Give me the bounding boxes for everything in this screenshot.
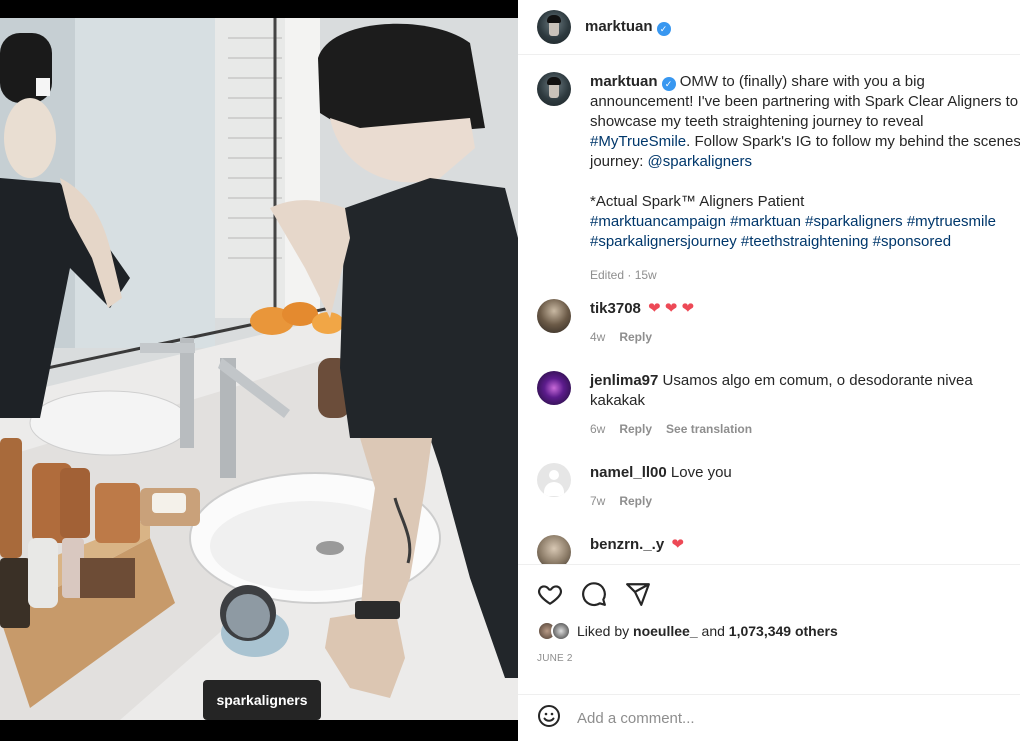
emoji-smile-icon[interactable] [537,704,561,733]
commenter-avatar[interactable] [537,299,571,333]
comment-item: tik3708 ❤ ❤ ❤ 4w Reply [518,299,694,347]
commenter-username[interactable]: tik3708 [590,300,641,317]
caption-text-line2: announcement! I've been partnering with … [590,93,1019,110]
comment-time: 7w [590,494,606,508]
comment-text-cont: kakakak [590,392,646,409]
commenter-username[interactable]: jenlima97 [590,372,658,389]
photo-illustration [0,18,518,720]
post-date[interactable]: JUNE 2 [518,641,1020,664]
commenter-username[interactable]: namel_ll00 [590,464,667,481]
likes-and: and [697,623,729,639]
add-comment-input[interactable] [577,709,977,727]
caption-text-line3: showcase my teeth straightening journey … [590,113,924,130]
heart-outline-icon[interactable] [537,581,563,607]
comment-item: benzrn._.y ❤ [518,535,684,564]
post-media[interactable]: sparkaligners [0,0,518,741]
commenter-avatar[interactable] [537,463,571,497]
caption-text-line5: journey: [590,153,648,170]
post-actions: Liked by noeullee_ and 1,073,349 others … [518,564,1020,694]
caption-meta: Edited · 15w [590,268,657,282]
verified-badge-icon: ✓ [661,77,676,91]
caption-username[interactable]: marktuan [590,73,658,90]
post-photo[interactable]: sparkaligners [0,18,518,720]
author-username-text[interactable]: marktuan [585,18,653,35]
comment-text: Usamos algo em comum, o desodorante nive… [662,372,973,389]
caption-text-line1: OMW to (finally) share with you a big [679,73,925,90]
reply-button[interactable]: Reply [619,422,652,436]
reply-button[interactable]: Reply [619,330,652,344]
see-translation-button[interactable]: See translation [666,422,752,436]
caption-text-line4: . Follow Spark's IG to follow my behind … [686,133,1020,150]
comment-item: jenlima97 Usamos algo em comum, o desodo… [518,371,973,439]
paper-plane-icon[interactable] [625,581,651,607]
comment-time: 4w [590,330,606,344]
reply-button[interactable]: Reply [619,494,652,508]
liked-by-user[interactable]: noeullee_ [633,623,698,639]
post-side-panel: marktuan ✓ marktuan ✓ OMW to (finally) sha… [518,0,1020,741]
caption-hashtags-line1[interactable]: #marktuancampaign #marktuan #sparkaligne… [590,212,1020,232]
hashtag-mytruesmile[interactable]: #MyTrueSmile [590,133,686,150]
post-header: marktuan ✓ [518,0,1020,55]
comment-text: Love you [670,464,732,481]
heart-emoji: ❤ ❤ ❤ [648,300,695,317]
mention-sparkaligners[interactable]: @sparkaligners [648,153,752,170]
likes-summary: Liked by noeullee_ and 1,073,349 others [518,607,1020,641]
caption-body: marktuan ✓ OMW to (finally) share with yo… [590,72,1020,285]
verified-badge-icon: ✓ [656,22,671,37]
commenter-avatar[interactable] [537,371,571,405]
heart-emoji: ❤ [671,536,684,553]
caption-author-avatar[interactable] [537,72,571,106]
caption-hashtags-line2[interactable]: #sparkalignersjourney #teethstraightenin… [590,232,1020,252]
comment-bubble-icon[interactable] [581,581,607,607]
author-avatar[interactable] [537,10,571,44]
comment-time: 6w [590,422,606,436]
add-comment-bar [518,694,1020,741]
likes-prefix: Liked by [577,623,634,639]
post-caption: marktuan ✓ OMW to (finally) share with yo… [518,56,1020,285]
tagged-user-bubble[interactable]: sparkaligners [203,680,321,720]
comments-scroll-area[interactable]: marktuan ✓ OMW to (finally) share with yo… [518,56,1020,564]
comment-item: namel_ll00 Love you 7w Reply [518,463,732,511]
commenter-username[interactable]: benzrn._.y [590,536,664,553]
liker-avatar [551,621,571,641]
commenter-avatar[interactable] [537,535,571,564]
caption-disclaimer: *Actual Spark™ Aligners Patient [590,193,805,210]
author-username[interactable]: marktuan ✓ [585,18,671,37]
likes-count[interactable]: 1,073,349 others [729,623,838,639]
